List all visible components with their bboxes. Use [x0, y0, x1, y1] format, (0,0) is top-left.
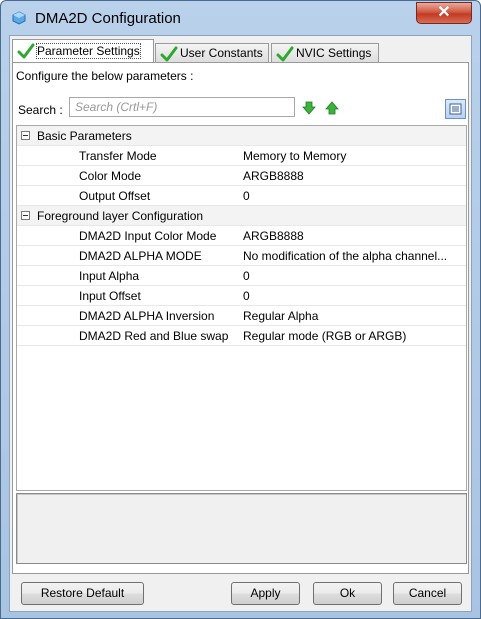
arrow-down-icon[interactable] [302, 101, 316, 115]
list-view-button[interactable] [445, 99, 466, 119]
description-pane [16, 493, 467, 564]
param-value[interactable]: 0 [243, 289, 465, 303]
tab-label: Parameter Settings [36, 43, 141, 59]
tab-label: NVIC Settings [296, 46, 372, 60]
dialog-body: Parameter Settings User Constants NVIC S… [9, 35, 472, 612]
ok-button[interactable]: Ok [313, 582, 382, 605]
group-label: Basic Parameters [37, 129, 132, 143]
parameter-settings-panel: Configure the below parameters : Search … [12, 62, 469, 574]
table-row[interactable]: Transfer Mode Memory to Memory [17, 146, 466, 166]
restore-default-button[interactable]: Restore Default [21, 582, 144, 605]
apply-button[interactable]: Apply [231, 582, 300, 605]
collapse-icon[interactable] [21, 211, 30, 220]
group-label: Foreground layer Configuration [37, 209, 204, 223]
param-name: Transfer Mode [79, 149, 157, 163]
param-name: Input Alpha [79, 269, 140, 283]
search-label: Search : [18, 103, 63, 117]
param-value[interactable]: Memory to Memory [243, 149, 465, 163]
table-row[interactable]: Output Offset 0 [17, 186, 466, 206]
param-name: Color Mode [79, 169, 142, 183]
param-name: DMA2D ALPHA MODE [79, 249, 202, 263]
title-bar[interactable]: DMA2D Configuration ✕ [1, 1, 480, 35]
check-icon [17, 43, 35, 59]
arrow-up-icon[interactable] [325, 101, 339, 115]
group-row-foreground-layer[interactable]: Foreground layer Configuration [17, 206, 466, 226]
tab-nvic-settings[interactable]: NVIC Settings [271, 43, 379, 63]
window-title: DMA2D Configuration [35, 10, 181, 27]
check-icon [160, 46, 178, 62]
param-name: DMA2D Input Color Mode [79, 229, 217, 243]
search-input[interactable] [69, 97, 295, 117]
tab-parameter-settings[interactable]: Parameter Settings [12, 39, 154, 63]
cancel-button[interactable]: Cancel [393, 582, 462, 605]
table-row[interactable]: DMA2D Red and Blue swap Regular mode (RG… [17, 326, 466, 346]
param-value[interactable]: 0 [243, 269, 465, 283]
tab-label: User Constants [180, 46, 263, 60]
param-name: Output Offset [79, 189, 151, 203]
param-value[interactable]: No modification of the alpha channel... [243, 249, 465, 263]
table-row[interactable]: DMA2D ALPHA Inversion Regular Alpha [17, 306, 466, 326]
param-value[interactable]: Regular Alpha [243, 309, 465, 323]
tab-user-constants[interactable]: User Constants [155, 43, 269, 63]
parameter-grid: Basic Parameters Transfer Mode Memory to… [16, 125, 467, 491]
close-button[interactable]: ✕ [416, 2, 472, 24]
param-value[interactable]: Regular mode (RGB or ARGB) [243, 329, 465, 343]
table-row[interactable]: Color Mode ARGB8888 [17, 166, 466, 186]
param-value[interactable]: ARGB8888 [243, 229, 465, 243]
list-icon [449, 103, 462, 115]
param-value[interactable]: ARGB8888 [243, 169, 465, 183]
check-icon [276, 46, 294, 62]
table-row[interactable]: Input Offset 0 [17, 286, 466, 306]
group-row-basic-parameters[interactable]: Basic Parameters [17, 126, 466, 146]
param-name: DMA2D ALPHA Inversion [79, 309, 215, 323]
table-row[interactable]: DMA2D ALPHA MODE No modification of the … [17, 246, 466, 266]
param-name: DMA2D Red and Blue swap [79, 329, 229, 343]
param-name: Input Offset [79, 289, 141, 303]
configure-instructions: Configure the below parameters : [16, 69, 194, 83]
dialog-window: DMA2D Configuration ✕ Parameter Settings… [0, 0, 481, 619]
table-row[interactable]: DMA2D Input Color Mode ARGB8888 [17, 226, 466, 246]
table-row[interactable]: Input Alpha 0 [17, 266, 466, 286]
param-value[interactable]: 0 [243, 189, 465, 203]
cube-icon [12, 11, 26, 25]
collapse-icon[interactable] [21, 131, 30, 140]
